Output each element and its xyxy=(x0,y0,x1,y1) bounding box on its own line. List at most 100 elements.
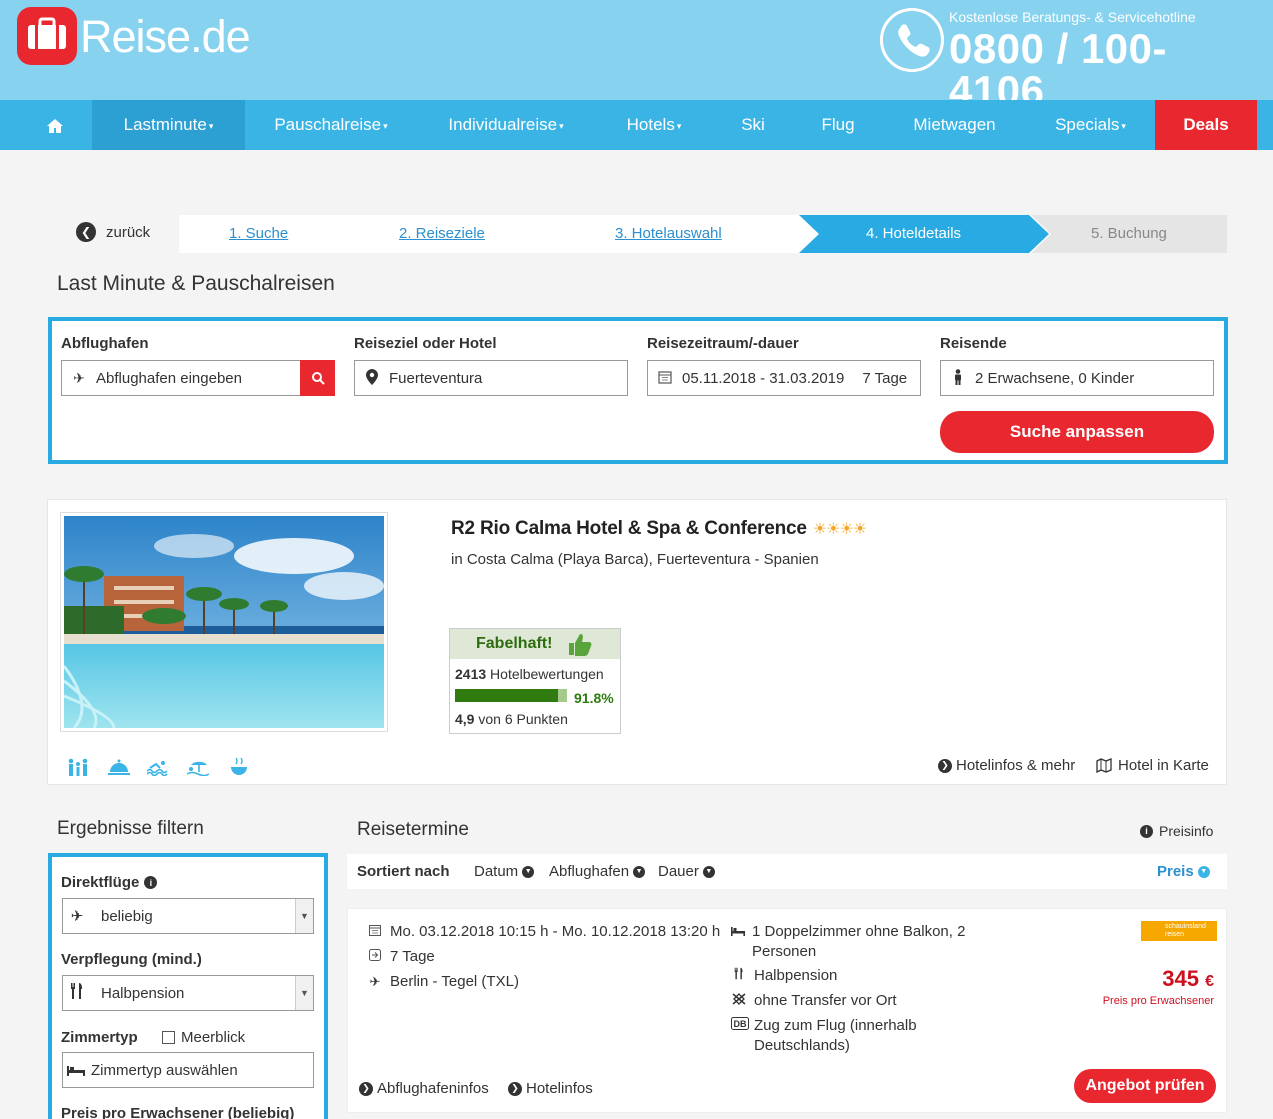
header: Reise.de Kostenlose Beratungs- & Service… xyxy=(0,0,1273,112)
departure-input[interactable]: ✈ Abflughafen eingeben xyxy=(61,360,301,396)
departure-search-button[interactable] xyxy=(300,360,335,396)
bed-icon xyxy=(731,922,745,942)
offer-board: Halbpension xyxy=(731,966,837,986)
star-rating-icons: ☀☀☀☀ xyxy=(812,521,867,538)
logo-text: Reise.de xyxy=(80,10,251,62)
booking-steps: ❮ zurück 1. Suche 2. Reiseziele 3. Hotel… xyxy=(0,215,1273,253)
offer-card: Mo. 03.12.2018 10:15 h - Mo. 10.12.2018 … xyxy=(347,908,1227,1113)
map-pin-icon xyxy=(363,368,381,388)
chevron-right-icon: ❯ xyxy=(508,1081,522,1096)
hotel-info-link[interactable]: ❯ Hotelinfos & mehr xyxy=(938,757,1075,774)
nav-ski[interactable]: Ski xyxy=(713,100,793,150)
step-hoteldetails: 4. Hoteldetails xyxy=(866,225,962,242)
step-suche[interactable]: 1. Suche xyxy=(229,215,288,253)
search-icon xyxy=(311,372,325,385)
hotline[interactable]: Kostenlose Beratungs- & Servicehotline 0… xyxy=(880,6,1260,112)
travelers-input[interactable]: 2 Erwachsene, 0 Kinder xyxy=(940,360,1214,396)
offer-dates: Mo. 03.12.2018 10:15 h - Mo. 10.12.2018 … xyxy=(367,922,720,942)
nav-mietwagen[interactable]: Mietwagen xyxy=(883,100,1026,150)
plane-icon: ✈ xyxy=(73,369,85,386)
phone-icon xyxy=(880,8,944,72)
offer-duration: 7 Tage xyxy=(367,947,435,967)
direct-flights-label: Direktflüge i xyxy=(61,874,163,891)
no-transfer-icon xyxy=(731,991,747,1011)
sort-price[interactable]: Preis ▼ xyxy=(1157,863,1210,880)
rating-score: 4,9 von 6 Punkten xyxy=(455,711,568,727)
chevron-down-icon: ▼ xyxy=(702,865,715,878)
period-input[interactable]: 05.11.2018 - 31.03.2019 7 Tage xyxy=(647,360,921,396)
page-title: Last Minute & Pauschalreisen xyxy=(57,272,335,295)
sort-airport[interactable]: Abflughafen ▼ xyxy=(549,863,646,880)
chevron-down-icon: ▼ xyxy=(633,865,646,878)
search-submit-button[interactable]: Suche anpassen xyxy=(940,411,1214,453)
chevron-right-icon: ❯ xyxy=(359,1081,373,1096)
step-reiseziele[interactable]: 2. Reiseziele xyxy=(399,215,485,253)
nav-deals[interactable]: Deals xyxy=(1155,100,1257,150)
chevron-down-icon: ▼ xyxy=(1197,865,1210,878)
room-service-icon xyxy=(108,758,130,781)
sort-date[interactable]: Datum ▼ xyxy=(474,863,535,880)
step-hotelauswahl[interactable]: 3. Hotelauswahl xyxy=(615,215,722,253)
direct-flights-select[interactable]: ✈ beliebig ▼ xyxy=(62,898,314,934)
offer-train: DB Zug zum Flug (innerhalb Deutschlands) xyxy=(731,1016,981,1056)
family-icon xyxy=(67,758,89,781)
hotline-label: Kostenlose Beratungs- & Servicehotline xyxy=(949,9,1196,25)
airport-info-link[interactable]: ❯ Abflughafeninfos xyxy=(359,1080,489,1097)
step-buchung: 5. Buchung xyxy=(1091,225,1167,242)
info-icon[interactable]: i xyxy=(144,876,158,889)
offer-price: 345 € xyxy=(1162,966,1214,991)
step-bar: 1. Suche 2. Reiseziele 3. Hotelauswahl 4… xyxy=(179,215,1227,253)
period-label: Reisezeitraum/-dauer xyxy=(647,335,799,352)
sort-duration[interactable]: Dauer ▼ xyxy=(658,863,715,880)
destination-input[interactable]: Fuerteventura xyxy=(354,360,628,396)
price-info-link[interactable]: i Preisinfo xyxy=(1140,823,1213,839)
offer-transfer: ohne Transfer vor Ort xyxy=(731,991,897,1011)
room-type-input[interactable]: Zimmertyp auswählen xyxy=(62,1052,314,1088)
hotel-card: R2 Rio Calma Hotel & Spa & Conference ☀☀☀… xyxy=(47,499,1227,785)
hotel-photo[interactable] xyxy=(60,512,388,732)
calendar-icon xyxy=(367,922,383,942)
price-filter-label: Preis pro Erwachsener (beliebig) xyxy=(61,1105,295,1119)
hotel-location: in Costa Calma (Playa Barca), Fuertevent… xyxy=(451,551,819,568)
nav-specials[interactable]: Specials ▾ xyxy=(1026,100,1155,150)
db-train-icon: DB xyxy=(731,1016,749,1036)
plane-icon: ✈ xyxy=(70,908,84,925)
main-nav: Lastminute ▾ Pauschalreise ▾ Individualrei… xyxy=(0,100,1273,150)
chevron-right-icon: ❯ xyxy=(938,758,952,773)
sea-view-checkbox[interactable]: Meerblick xyxy=(162,1029,245,1046)
nav-individualreise[interactable]: Individualreise ▾ xyxy=(417,100,595,150)
offer-room: 1 Doppelzimmer ohne Balkon, 2 Personen xyxy=(731,922,991,962)
home-icon[interactable] xyxy=(20,100,90,150)
board-label: Verpflegung (mind.) xyxy=(61,951,202,968)
sort-bar: Sortiert nach Datum ▼ Abflughafen ▼ Dauer ▼… xyxy=(347,854,1227,889)
chevron-down-icon: ▼ xyxy=(295,976,313,1010)
departure-label: Abflughafen xyxy=(61,335,149,352)
svg-text:DB: DB xyxy=(734,1019,747,1029)
rating-count: 2413 Hotelbewertungen xyxy=(455,666,604,682)
chevron-left-icon: ❮ xyxy=(76,222,96,242)
search-form: Abflughafen ✈ Abflughafen eingeben Reise… xyxy=(48,317,1228,464)
sort-label: Sortiert nach xyxy=(357,863,450,880)
nav-lastminute[interactable]: Lastminute ▾ xyxy=(92,100,245,150)
nav-pauschalreise[interactable]: Pauschalreise ▾ xyxy=(245,100,417,150)
checkbox-box[interactable] xyxy=(162,1031,175,1044)
back-button[interactable]: ❮ zurück xyxy=(76,222,150,242)
spa-icon xyxy=(228,757,250,781)
price-per-adult-label: Preis pro Erwachsener xyxy=(1102,995,1214,1007)
cutlery-icon xyxy=(731,966,747,986)
results-title: Reisetermine xyxy=(357,819,469,840)
rating-box[interactable]: Fabelhaft! 2413 Hotelbewertungen 91.8% 4… xyxy=(449,628,621,734)
info-icon: i xyxy=(1140,824,1153,838)
hotel-map-link[interactable]: Hotel in Karte xyxy=(1096,757,1209,774)
check-offer-button[interactable]: Angebot prüfen xyxy=(1074,1069,1216,1103)
hotel-info-link-offer[interactable]: ❯ Hotelinfos xyxy=(508,1080,593,1097)
person-icon xyxy=(949,368,967,388)
travelers-label: Reisende xyxy=(940,335,1007,352)
page: Reise.de Kostenlose Beratungs- & Service… xyxy=(0,0,1273,1119)
nav-hotels[interactable]: Hotels ▾ xyxy=(595,100,713,150)
logo[interactable]: Reise.de xyxy=(17,7,251,65)
nav-flug[interactable]: Flug xyxy=(793,100,883,150)
room-type-label: Zimmertyp xyxy=(61,1029,138,1046)
swimming-icon xyxy=(146,758,169,781)
board-select[interactable]: Halbpension ▼ xyxy=(62,975,314,1011)
